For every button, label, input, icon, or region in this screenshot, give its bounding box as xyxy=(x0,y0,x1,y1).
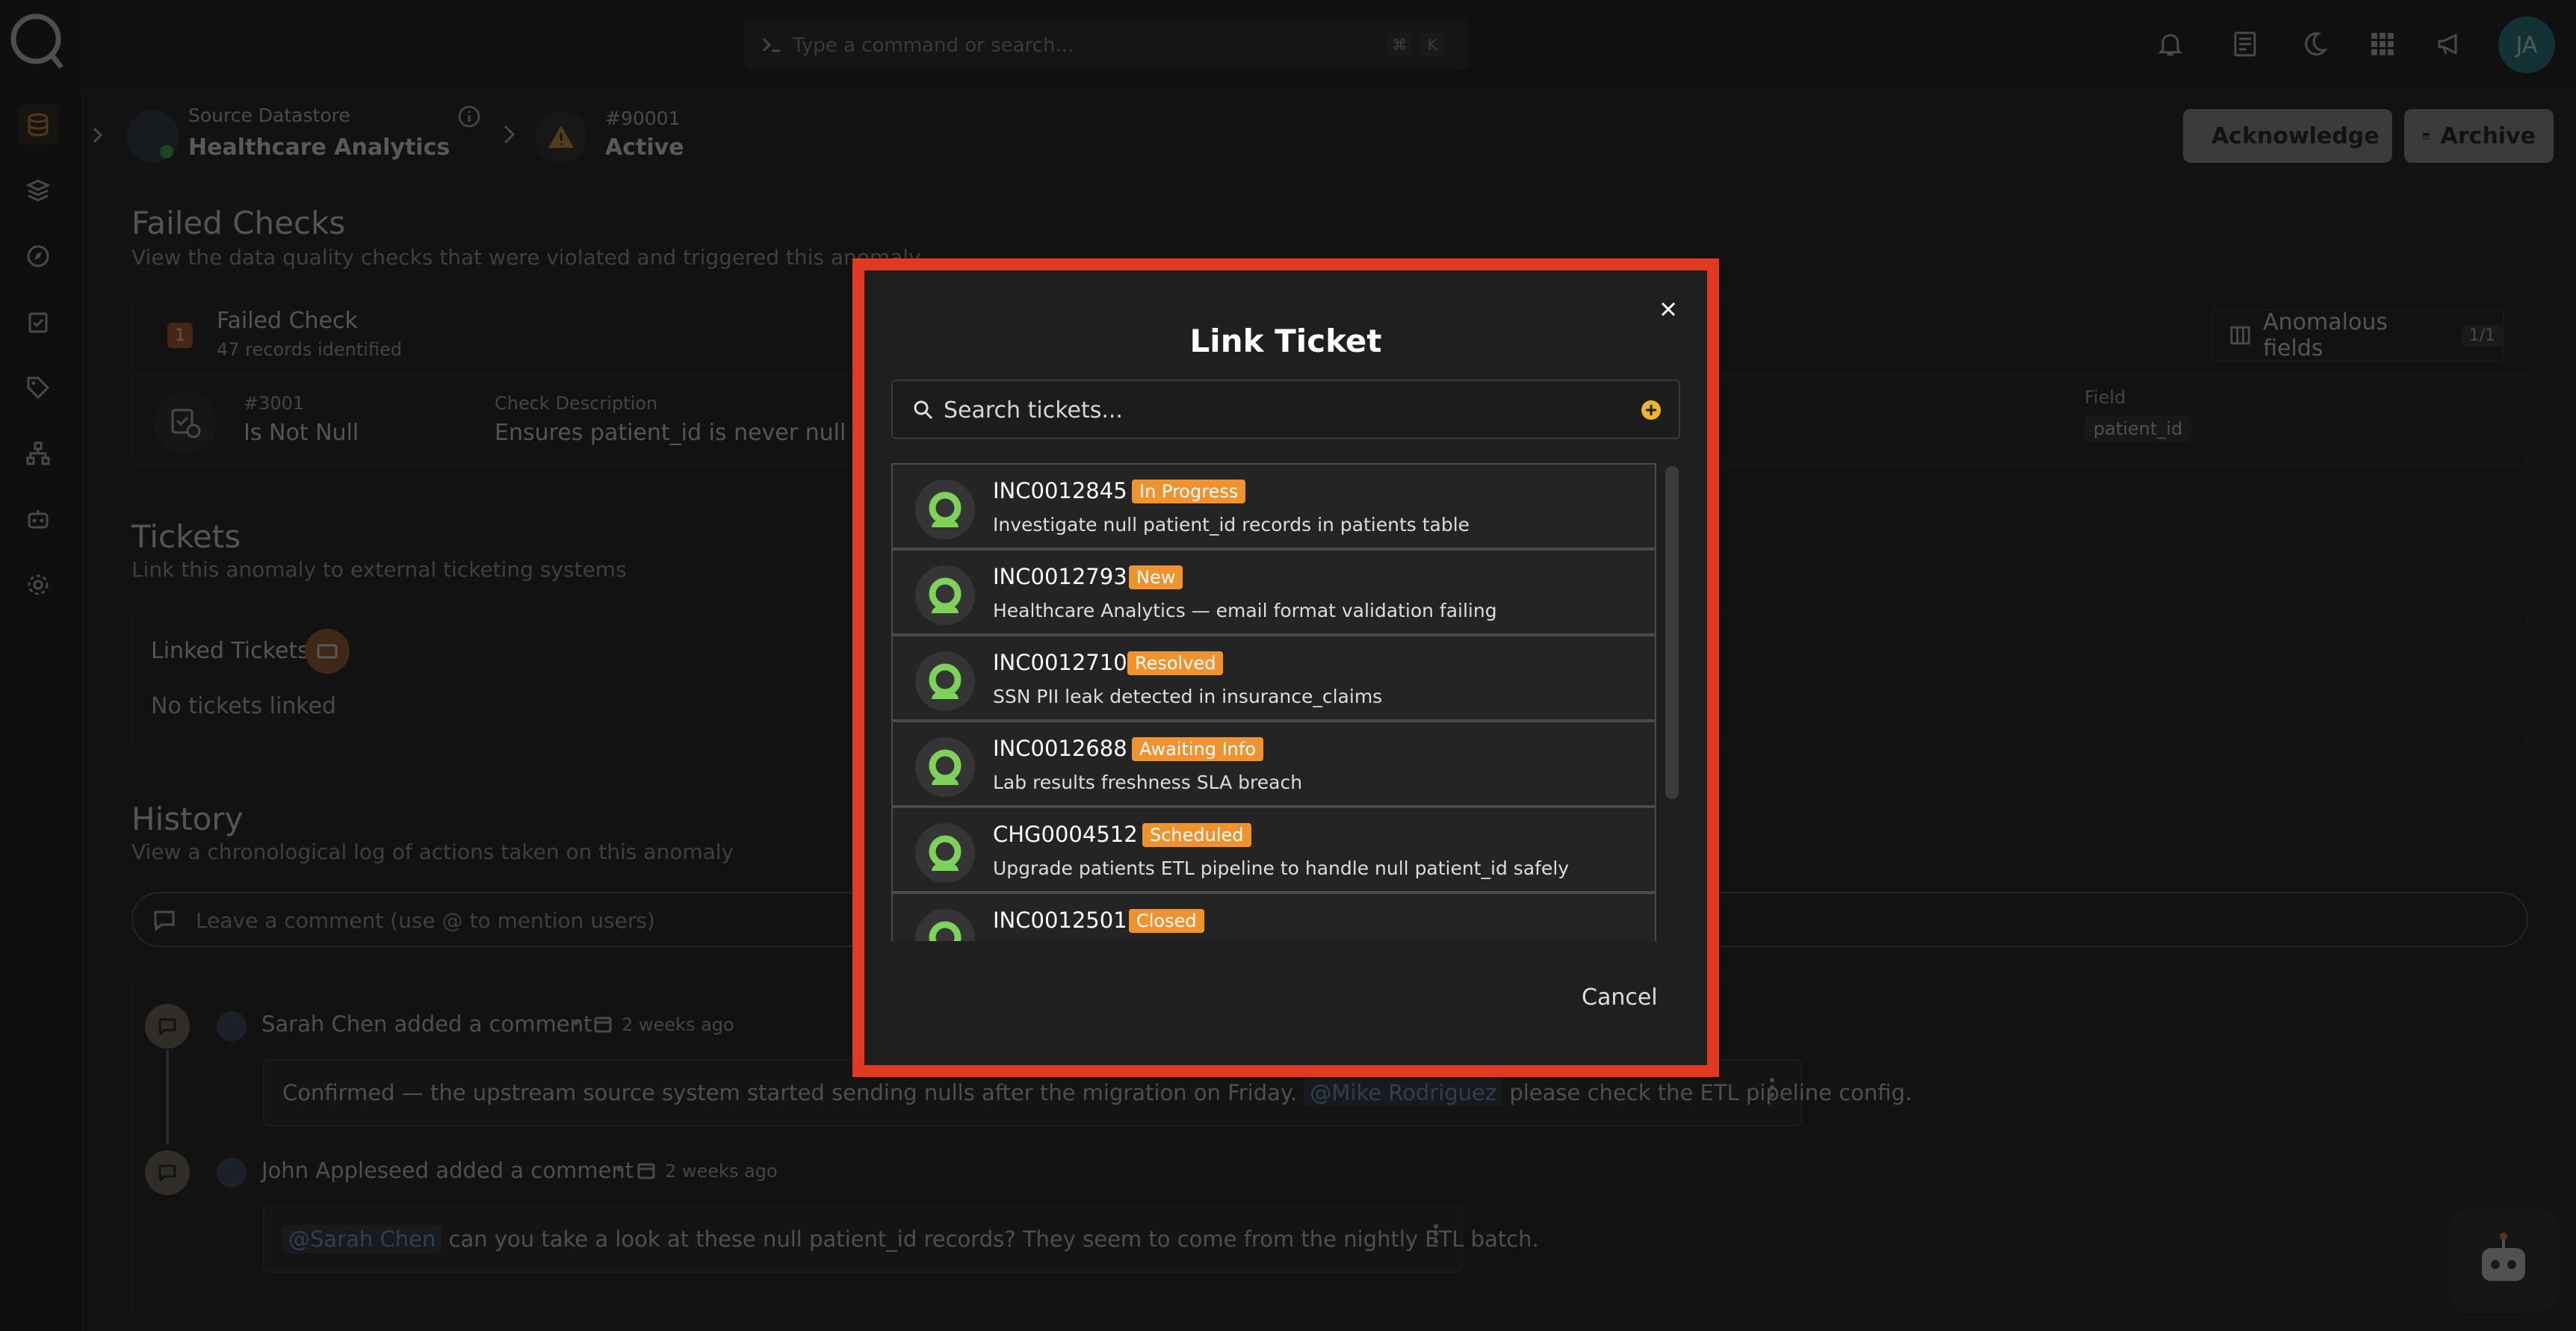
ticket-search-input[interactable]: Search tickets... xyxy=(891,379,1680,439)
servicenow-icon xyxy=(915,651,975,711)
ticket-id: INC0012710 xyxy=(993,650,1127,675)
dialog-title: Link Ticket xyxy=(1189,323,1382,359)
ticket-status-badge: Scheduled xyxy=(1142,823,1251,847)
ticket-id: INC0012793 xyxy=(993,564,1127,589)
ticket-status-badge: Awaiting Info xyxy=(1132,737,1264,761)
cancel-button[interactable]: Cancel xyxy=(1582,984,1658,1011)
ticket-row[interactable]: INC0012501 Closed xyxy=(891,893,1656,941)
servicenow-icon xyxy=(915,480,975,539)
ticket-list: INC0012845 In Progress Investigate null … xyxy=(891,463,1656,941)
ticket-description: Upgrade patients ETL pipeline to handle … xyxy=(993,857,1570,879)
search-placeholder: Search tickets... xyxy=(944,397,1123,424)
servicenow-icon xyxy=(915,737,975,797)
ticket-row[interactable]: INC0012688 Awaiting Info Lab results fre… xyxy=(891,721,1656,807)
ticket-id: CHG0004512 xyxy=(993,822,1138,847)
ticket-status-badge: Resolved xyxy=(1127,651,1224,675)
servicenow-icon xyxy=(915,565,975,625)
ticket-id: INC0012845 xyxy=(993,478,1127,503)
link-ticket-dialog: Link Ticket Search tickets... INC0012845… xyxy=(864,270,1707,1065)
ticket-status-badge: New xyxy=(1129,565,1183,589)
scrollbar-thumb[interactable] xyxy=(1665,466,1679,799)
add-ticket-icon[interactable] xyxy=(1640,399,1662,421)
ticket-description: Investigate null patient_id records in p… xyxy=(993,514,1470,536)
ticket-status-badge: Closed xyxy=(1129,909,1204,933)
search-icon xyxy=(914,400,933,420)
servicenow-icon xyxy=(915,909,975,941)
ticket-id: INC0012688 xyxy=(993,736,1127,761)
ticket-status-badge: In Progress xyxy=(1132,480,1246,503)
ticket-row[interactable]: CHG0004512 Scheduled Upgrade patients ET… xyxy=(891,807,1656,893)
servicenow-icon xyxy=(915,823,975,883)
ticket-row[interactable]: INC0012710 Resolved SSN PII leak detecte… xyxy=(891,635,1656,721)
ticket-description: SSN PII leak detected in insurance_claim… xyxy=(993,686,1383,707)
ticket-description: Healthcare Analytics — email format vali… xyxy=(993,600,1497,621)
ticket-description: Lab results freshness SLA breach xyxy=(993,772,1303,793)
ticket-row[interactable]: INC0012793 New Healthcare Analytics — em… xyxy=(891,549,1656,635)
ticket-row[interactable]: INC0012845 In Progress Investigate null … xyxy=(891,463,1656,549)
close-icon[interactable] xyxy=(1652,293,1685,326)
ticket-id: INC0012501 xyxy=(993,908,1127,933)
